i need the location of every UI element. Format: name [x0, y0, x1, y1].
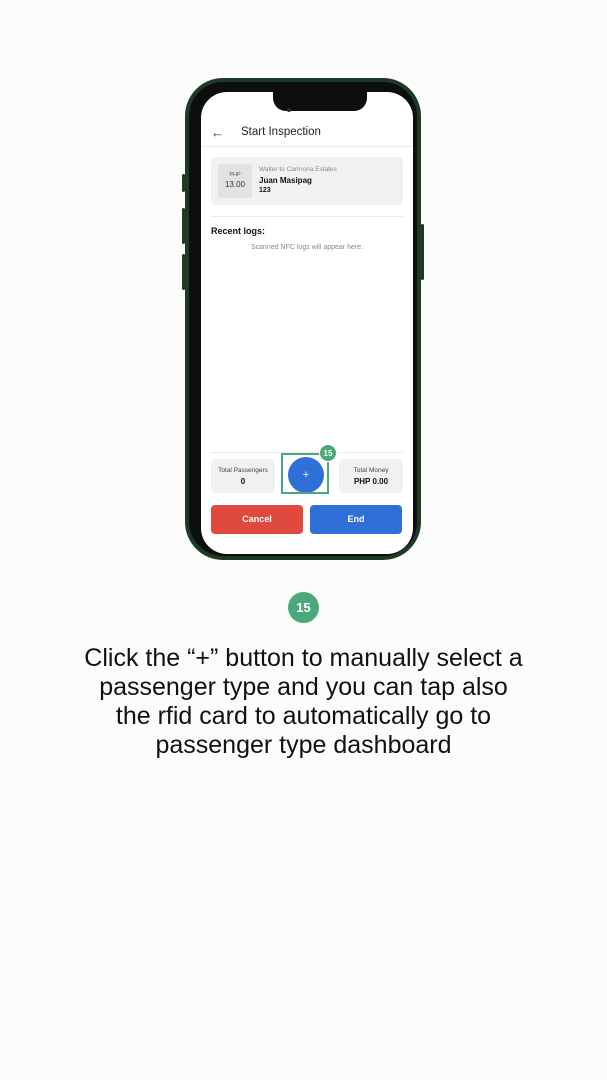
recent-logs-title: Recent logs: [211, 226, 266, 236]
arrow-left-icon[interactable]: ← [211, 126, 225, 140]
step-badge: 15 [288, 592, 319, 623]
instruction-caption: Click the “+” button to manually select … [84, 644, 523, 759]
fare-currency: PHP [229, 172, 241, 178]
total-passengers-card: Total Passengers 0 [211, 459, 275, 493]
volume-up-button [182, 208, 185, 244]
mute-switch [182, 174, 185, 192]
total-passengers-label: Total Passengers [218, 467, 268, 474]
passenger-name: Juan Masipag [259, 176, 312, 185]
total-money-card: Total Money PHP 0.00 [339, 459, 403, 493]
trip-info-card: PHP 13.00 Walter to Carmona Estates Juan… [211, 157, 403, 205]
camera-icon [287, 108, 291, 112]
end-button[interactable]: End [310, 505, 402, 534]
phone-bezel: ← Start Inspection PHP 13.00 Walter to C… [189, 82, 417, 556]
fare-value: 13.00 [224, 180, 246, 189]
total-money-label: Total Money [353, 467, 389, 474]
total-money-value: PHP 0.00 [353, 477, 389, 486]
app-bar: ← Start Inspection [201, 122, 413, 147]
passenger-id: 123 [259, 187, 271, 194]
fare-box: PHP 13.00 [218, 164, 252, 198]
phone-frame: ← Start Inspection PHP 13.00 Walter to C… [185, 78, 421, 560]
power-button [421, 224, 424, 280]
page-title: Start Inspection [241, 126, 321, 138]
phone-screen: ← Start Inspection PHP 13.00 Walter to C… [201, 92, 413, 554]
logs-empty-message: Scanned NFC logs will appear here. [250, 244, 364, 251]
total-passengers-value: 0 [240, 477, 246, 486]
route-label: Walter to Carmona Estates [259, 166, 337, 173]
step-badge-small: 15 [319, 444, 337, 462]
volume-down-button [182, 254, 185, 290]
divider [211, 216, 403, 217]
cancel-button[interactable]: Cancel [211, 505, 303, 534]
